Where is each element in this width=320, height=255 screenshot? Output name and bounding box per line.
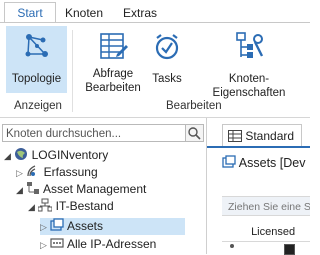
tree-item-label: Erfassung xyxy=(43,165,98,179)
search-button[interactable] xyxy=(186,124,204,142)
expand-arrow-icon[interactable]: ▷ xyxy=(16,168,23,178)
tab-standard[interactable]: Standard xyxy=(222,124,302,147)
tab-standard-label: Standard xyxy=(245,129,295,143)
tree-item-label: Asset Management xyxy=(42,182,147,196)
assets-icon xyxy=(222,155,236,168)
tasks-button[interactable]: Tasks xyxy=(148,26,186,93)
topologie-label: Topologie xyxy=(11,73,62,85)
abfrage-label-line1: Abfrage xyxy=(92,68,134,80)
tree-item-label: LOGINventory xyxy=(31,148,109,162)
hierarchy-icon xyxy=(27,182,40,194)
collapse-arrow-icon[interactable]: ◢ xyxy=(28,202,35,212)
assets-icon xyxy=(50,218,64,231)
antenna-icon xyxy=(27,165,36,177)
tree-item-label: IT-Bestand xyxy=(55,199,114,213)
tree-item-label: Alle IP-Adressen xyxy=(66,237,157,251)
abfrage-bearbeiten-button[interactable]: Abfrage Bearbeiten xyxy=(84,26,142,94)
tab-extras[interactable]: Extras xyxy=(118,3,162,23)
ribbon-group-divider xyxy=(72,30,73,112)
tree-item-label: Assets xyxy=(66,219,103,233)
tree-item-alle-ip-adressen[interactable]: ▷ Alle IP-Adressen xyxy=(40,236,204,253)
tab-knoten[interactable]: Knoten xyxy=(60,3,108,23)
tree-item-erfassung[interactable]: ▷ Erfassung xyxy=(16,164,204,181)
row-pointer-icon xyxy=(230,244,234,248)
expand-arrow-icon[interactable]: ▷ xyxy=(40,240,47,250)
tree-item-it-bestand[interactable]: ◢ IT-Bestand xyxy=(28,198,204,215)
grid-header: Licensed xyxy=(222,223,310,242)
knoten-eigenschaften-button[interactable]: Knoten-Eigenschaften xyxy=(193,26,305,99)
tree-item-loginventory[interactable]: ◢ LOGINventory xyxy=(4,147,204,164)
node-properties-icon xyxy=(236,32,264,58)
column-licensed[interactable]: Licensed xyxy=(251,226,295,238)
table-row[interactable] xyxy=(222,242,310,255)
expand-arrow-icon[interactable]: ▷ xyxy=(40,222,47,232)
group-by-hint[interactable]: Ziehen Sie eine Sp xyxy=(222,196,310,216)
topology-icon xyxy=(25,34,48,57)
globe-icon xyxy=(15,148,28,160)
ribbon-tab-bar: Start Knoten Extras xyxy=(0,0,310,23)
search-icon xyxy=(188,127,201,140)
node-search-input[interactable]: Knoten durchsuchen... xyxy=(2,124,186,142)
topologie-button[interactable]: Topologie xyxy=(6,26,67,93)
tree-item-assets[interactable]: ▷ Assets xyxy=(40,218,185,235)
grid-icon xyxy=(228,130,242,142)
licensed-checkbox[interactable] xyxy=(284,244,295,255)
query-table-icon xyxy=(100,33,128,59)
tab-underline xyxy=(207,146,310,148)
knoten-eigenschaften-label: Knoten-Eigenschaften xyxy=(212,73,286,99)
group-label-bearbeiten: Bearbeiten xyxy=(166,100,222,112)
network-icon xyxy=(37,198,53,212)
ip-icon xyxy=(50,238,64,248)
group-label-anzeigen: Anzeigen xyxy=(14,100,62,112)
abfrage-label-line2: Bearbeiten xyxy=(85,82,141,94)
collapse-arrow-icon[interactable]: ◢ xyxy=(4,151,11,161)
assets-title-text: Assets [Dev xyxy=(238,156,306,170)
tab-start[interactable]: Start xyxy=(4,2,56,23)
collapse-arrow-icon[interactable]: ◢ xyxy=(16,185,23,195)
tree-item-asset-management[interactable]: ◢ Asset Management xyxy=(16,181,204,198)
tasks-label: Tasks xyxy=(152,73,182,85)
clock-icon xyxy=(155,34,179,60)
assets-title: Assets [Dev xyxy=(222,155,305,170)
